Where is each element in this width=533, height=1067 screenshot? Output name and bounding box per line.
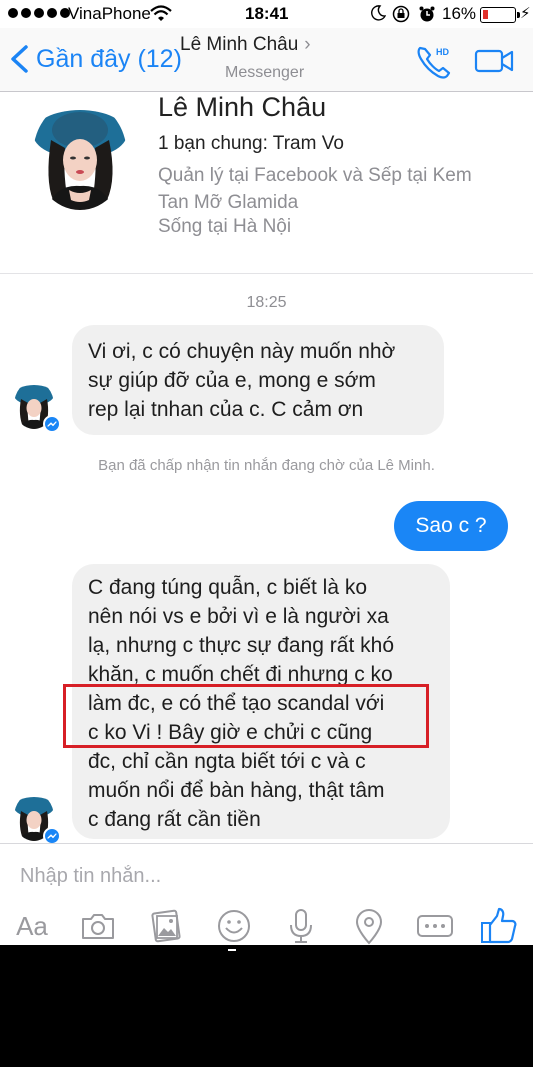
- message-line: đc, chỉ cần ngta biết tới c và c: [88, 750, 366, 773]
- more-icon[interactable]: [415, 906, 455, 945]
- incoming-message[interactable]: Vi ơi, c có chuyện này muốn nhờ sự giúp …: [72, 325, 444, 435]
- location-icon[interactable]: [349, 906, 389, 945]
- rotation-lock-icon: [392, 5, 410, 23]
- navigation-bar: Gần đây (12) Lê Minh Châu › Messenger HD: [0, 28, 533, 92]
- clock: 18:41: [245, 4, 289, 23]
- outgoing-message[interactable]: Sao c ?: [394, 501, 508, 551]
- sender-avatar[interactable]: [14, 381, 61, 433]
- message-line: nên nói vs e bởi vì e là người xa: [88, 605, 389, 628]
- work-line: Quản lý tại Facebook và Sếp tại Kem: [158, 165, 472, 186]
- red-highlight-box: [63, 684, 429, 748]
- message-line: C đang túng quẫn, c biết là ko: [88, 576, 368, 599]
- hd-badge: HD: [436, 47, 449, 57]
- photo-icon[interactable]: [146, 906, 186, 945]
- alarm-icon: [419, 6, 435, 22]
- chevron-right-icon: ›: [304, 34, 311, 55]
- profile-header: Lê Minh Châu 1 bạn chung: Tram Vo Quản l…: [0, 92, 533, 274]
- moon-icon: [371, 5, 386, 21]
- like-icon[interactable]: [479, 906, 519, 945]
- work-info: Quản lý tại Facebook và Sếp tại Kem Tan …: [158, 162, 508, 216]
- text-format-button[interactable]: Aa: [10, 906, 54, 945]
- profile-avatar[interactable]: [33, 100, 127, 210]
- signal-strength-icon: [8, 8, 70, 18]
- contact-name: Lê Minh Châu: [180, 34, 299, 55]
- charging-bolt-icon: ⚡: [520, 5, 531, 22]
- emoji-icon[interactable]: [214, 906, 254, 945]
- conversation-subtitle: Messenger: [225, 64, 305, 81]
- message-line: Vi ơi, c có chuyện này muốn nhờ: [88, 340, 396, 363]
- carrier-name: VinaPhone: [68, 4, 151, 23]
- system-notice: Bạn đã chấp nhận tin nhắn đang chờ của L…: [98, 457, 435, 474]
- wifi-icon: [150, 5, 172, 21]
- location-info: Sống tại Hà Nội: [158, 216, 292, 237]
- conversation-title[interactable]: Lê Minh Châu › Messenger: [180, 34, 360, 81]
- back-label: Gần đây (12): [36, 44, 182, 73]
- messenger-badge-icon: [43, 415, 61, 433]
- message-timestamp: 18:25: [246, 294, 287, 311]
- message-line: rep lại tnhan của c. C cảm ơn: [88, 398, 364, 421]
- message-line: sự giúp đỡ của e, mong e sớm: [88, 369, 376, 392]
- video-call-button[interactable]: [474, 44, 514, 78]
- battery-icon: [480, 7, 520, 23]
- message-input[interactable]: [20, 861, 510, 891]
- work-line: Tan Mỡ Glamida: [158, 192, 299, 213]
- mutual-friends: 1 bạn chung: Tram Vo: [158, 133, 344, 154]
- message-line: muốn nổi để bàn hàng, thật tâm: [88, 779, 385, 802]
- messenger-screen: VinaPhone 18:41 16% ⚡ Gần đây (12) Lê Mi…: [0, 0, 533, 945]
- back-chevron-icon: [11, 45, 28, 73]
- scroll-indicator: [228, 949, 236, 951]
- microphone-icon[interactable]: [281, 906, 321, 945]
- camera-icon[interactable]: [78, 906, 118, 945]
- composer-toolbar: Aa: [0, 906, 533, 945]
- sender-avatar[interactable]: [14, 793, 61, 845]
- phone-call-button[interactable]: HD: [414, 42, 454, 82]
- back-button[interactable]: Gần đây (12): [6, 38, 182, 80]
- status-bar: VinaPhone 18:41 16% ⚡: [0, 0, 533, 28]
- message-line: c đang rất cần tiền: [88, 808, 261, 831]
- bottom-black-area: [0, 945, 533, 1067]
- message-composer: Aa: [0, 843, 533, 945]
- profile-name: Lê Minh Châu: [158, 92, 327, 122]
- message-line: lạ, nhưng c thực sự đang rất khó: [88, 634, 395, 657]
- battery-percentage: 16%: [442, 4, 477, 23]
